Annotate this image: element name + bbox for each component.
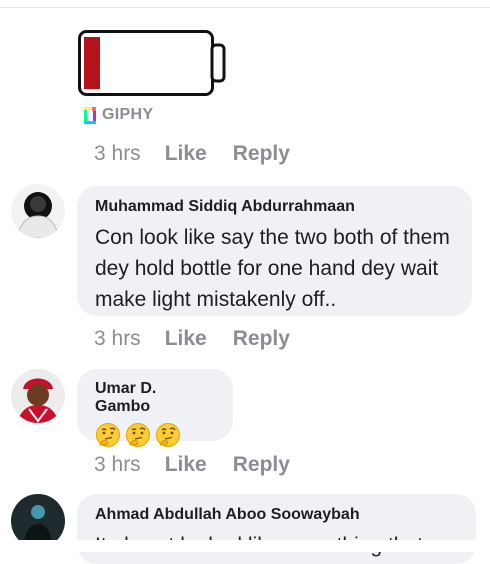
like-button[interactable]: Like bbox=[165, 327, 207, 351]
top-divider bbox=[0, 7, 490, 8]
comment-bubble[interactable]: Ahmad Abdullah Aboo Soowaybah It almost … bbox=[77, 494, 476, 564]
comment-actions: 3 hrs Like Reply bbox=[94, 142, 290, 166]
comment-bubble[interactable]: Muhammad Siddiq Abdurrahmaan Con look li… bbox=[77, 186, 472, 316]
giphy-label: GIPHY bbox=[102, 106, 154, 123]
comment-time[interactable]: 3 hrs bbox=[94, 142, 141, 166]
thinking-face-emoji-icon bbox=[96, 423, 120, 447]
comment-text: Con look like say the two both of them d… bbox=[95, 226, 450, 311]
comment-actions: 3 hrs Like Reply bbox=[94, 453, 290, 477]
like-button[interactable]: Like bbox=[165, 142, 207, 166]
battery-icon bbox=[78, 30, 226, 96]
comment-time[interactable]: 3 hrs bbox=[94, 327, 141, 351]
comment-bubble[interactable]: Umar D. Gambo bbox=[77, 369, 233, 447]
comment-author[interactable]: Ahmad Abdullah Aboo Soowaybah bbox=[95, 506, 458, 524]
comment-actions: 3 hrs Like Reply bbox=[94, 327, 290, 351]
battery-gif[interactable] bbox=[78, 30, 228, 96]
giphy-logo-icon bbox=[84, 106, 96, 124]
reply-button[interactable]: Reply bbox=[233, 453, 290, 477]
thinking-face-emoji-icon bbox=[126, 423, 150, 447]
comment-author[interactable]: Muhammad Siddiq Abdurrahmaan bbox=[95, 198, 454, 216]
avatar[interactable] bbox=[11, 369, 65, 423]
thinking-face-emoji-icon bbox=[156, 423, 180, 447]
emoji-row bbox=[95, 422, 215, 448]
reply-button[interactable]: Reply bbox=[233, 142, 290, 166]
giphy-attribution[interactable]: GIPHY bbox=[84, 106, 153, 124]
battery-charge-level bbox=[84, 37, 100, 89]
comment-author[interactable]: Umar D. Gambo bbox=[95, 380, 215, 416]
bottom-edge bbox=[0, 540, 490, 552]
like-button[interactable]: Like bbox=[165, 453, 207, 477]
avatar[interactable] bbox=[11, 184, 65, 238]
comment-time[interactable]: 3 hrs bbox=[94, 453, 141, 477]
reply-button[interactable]: Reply bbox=[233, 327, 290, 351]
